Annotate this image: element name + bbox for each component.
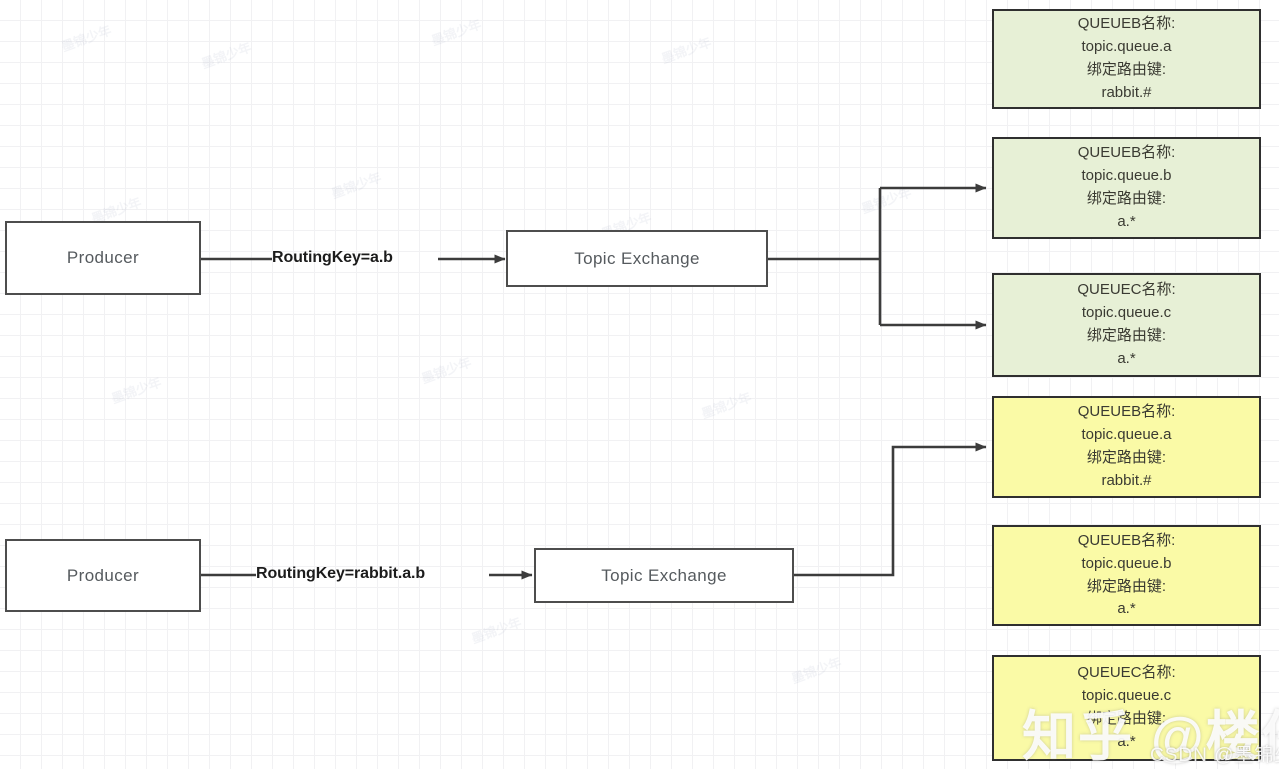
queue-line-binding-value: rabbit.# — [1101, 83, 1152, 101]
wire-to-queue-yellow-a — [794, 442, 987, 577]
queue-line-name-title: QUEUEB名称: — [1077, 531, 1176, 549]
queue-line-name-title: QUEUEB名称: — [1077, 15, 1176, 33]
routing-key-label-top: RoutingKey=a.b — [272, 249, 393, 266]
background-watermark: 墨锦少年 — [789, 654, 844, 687]
background-watermark: 墨锦少年 — [469, 614, 524, 647]
connector-wires — [200, 183, 987, 580]
queue-line-binding-title: 绑定路由键: — [1086, 190, 1167, 207]
topic-exchange-node-bottom[interactable]: Topic Exchange — [534, 548, 794, 603]
routing-key-label-bottom: RoutingKey=rabbit.a.b — [256, 565, 426, 582]
queue-box-green-a[interactable]: QUEUEB名称: topic.queue.a 绑定路由键: rabbit.# — [992, 9, 1261, 109]
producer-label-bottom: Producer — [66, 565, 140, 585]
producer-label-top: Producer — [66, 248, 140, 267]
background-watermark: 墨锦少年 — [859, 184, 914, 217]
topic-exchange-node-top[interactable]: Topic Exchange — [506, 230, 768, 287]
queue-line-binding-title: 绑定路由键: — [1086, 710, 1167, 727]
topic-exchange-label-top: Topic Exchange — [574, 248, 700, 268]
queue-line-binding-title: 绑定路由键: — [1086, 577, 1167, 595]
queue-line-binding-value: a.* — [1117, 600, 1136, 618]
background-watermark: 墨锦少年 — [699, 389, 754, 422]
queue-box-yellow-b[interactable]: QUEUEB名称: topic.queue.b 绑定路由键: a.* — [992, 525, 1261, 626]
producer-node-top[interactable]: Producer — [5, 221, 201, 295]
topic-exchange-label-bottom: Topic Exchange — [601, 565, 727, 585]
background-watermark: 墨锦少年 — [329, 169, 384, 202]
queue-line-name-value: topic.queue.b — [1081, 554, 1172, 572]
queue-line-name-value: topic.queue.a — [1081, 38, 1172, 56]
queue-line-binding-value: a.* — [1117, 349, 1136, 367]
producer-node-bottom[interactable]: Producer — [5, 539, 201, 612]
queue-line-name-value: topic.queue.c — [1081, 687, 1172, 705]
queue-line-name-value: topic.queue.a — [1081, 426, 1172, 444]
queue-line-name-title: QUEUEC名称: — [1077, 281, 1176, 299]
queue-line-binding-value: a.* — [1117, 732, 1136, 750]
background-watermark: 墨锦少年 — [59, 22, 114, 55]
background-watermark: 墨锦少年 — [429, 16, 484, 49]
queue-line-binding-title: 绑定路由键: — [1086, 449, 1167, 466]
queue-box-yellow-a[interactable]: QUEUEB名称: topic.queue.a 绑定路由键: rabbit.# — [992, 396, 1261, 498]
queue-line-binding-title: 绑定路由键: — [1086, 61, 1167, 78]
queue-line-binding-value: a.* — [1117, 212, 1136, 230]
background-watermark: 墨锦少年 — [659, 34, 714, 67]
queue-line-binding-value: rabbit.# — [1101, 471, 1152, 489]
background-watermark: 墨锦少年 — [109, 374, 164, 407]
queue-line-name-title: QUEUEB名称: — [1077, 144, 1176, 162]
background-watermark: 墨锦少年 — [199, 39, 254, 72]
queue-box-yellow-c[interactable]: QUEUEC名称: topic.queue.c 绑定路由键: a.* — [992, 655, 1261, 761]
queue-line-name-value: topic.queue.c — [1081, 304, 1172, 322]
diagram-canvas: 墨锦少年 墨锦少年 墨锦少年 墨锦少年 墨锦少年 墨锦少年 墨锦少年 墨锦少年 … — [0, 0, 1279, 769]
queue-line-name-title: QUEUEC名称: — [1077, 664, 1176, 682]
queue-line-name-title: QUEUEB名称: — [1077, 403, 1176, 421]
queue-line-binding-title: 绑定路由键: — [1086, 327, 1167, 344]
queue-line-name-value: topic.queue.b — [1081, 167, 1172, 185]
queue-box-green-b[interactable]: QUEUEB名称: topic.queue.b 绑定路由键: a.* — [992, 137, 1261, 239]
queue-box-green-c[interactable]: QUEUEC名称: topic.queue.c 绑定路由键: a.* — [992, 273, 1261, 377]
background-watermark: 墨锦少年 — [419, 354, 474, 387]
